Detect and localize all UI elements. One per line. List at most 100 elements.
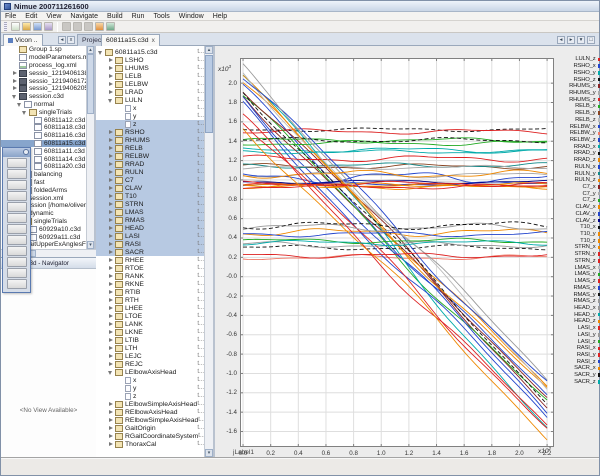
scroll-up-icon[interactable]: ▴: [205, 46, 213, 54]
tree-item-y[interactable]: yt...: [96, 112, 206, 120]
tree-item-rank[interactable]: RANKt...: [96, 272, 206, 280]
expand-icon[interactable]: [108, 226, 113, 231]
collapse-icon[interactable]: [108, 370, 113, 375]
tree-item-x[interactable]: xt...: [96, 104, 206, 112]
tree-item-relbowsimpleaxishead[interactable]: RElbowSimpleAxisHeadt...: [96, 416, 206, 424]
cut-icon[interactable]: [62, 22, 71, 31]
tree-item-z[interactable]: zt...: [96, 120, 206, 128]
tab-list-dropdown-button[interactable]: ▾: [577, 36, 585, 44]
palette-tool-button-3[interactable]: [7, 180, 27, 190]
expand-icon[interactable]: [108, 418, 113, 423]
expand-icon[interactable]: [108, 402, 113, 407]
tree-item-rth[interactable]: RTHt...: [96, 296, 206, 304]
scrollbar-thumb[interactable]: [205, 55, 213, 133]
tree-item-modelparameters-mp[interactable]: modelParameters.mp: [1, 54, 88, 62]
palette-title-bar[interactable]: [3, 148, 30, 157]
expand-icon[interactable]: [108, 194, 113, 199]
expand-icon[interactable]: [108, 218, 113, 223]
expand-icon[interactable]: [108, 154, 113, 159]
tree-item-strn[interactable]: STRNt...: [96, 200, 206, 208]
tree-item-lelbw[interactable]: LELBWt...: [96, 80, 206, 88]
menu-file[interactable]: File: [5, 12, 16, 21]
tree-item-rasi[interactable]: RASIt...: [96, 240, 206, 248]
expand-icon[interactable]: [108, 74, 113, 79]
expand-icon[interactable]: [108, 314, 113, 319]
menu-build[interactable]: Build: [107, 12, 123, 21]
expand-icon[interactable]: [108, 242, 113, 247]
expand-icon[interactable]: [108, 130, 113, 135]
tree-item-rejc[interactable]: REJCt...: [96, 360, 206, 368]
expand-icon[interactable]: [108, 138, 113, 143]
expand-icon[interactable]: [108, 410, 113, 415]
floating-tool-palette[interactable]: [2, 147, 31, 293]
expand-icon[interactable]: [108, 90, 113, 95]
expand-icon[interactable]: [108, 274, 113, 279]
tree-item-rhums[interactable]: RHUMSt...: [96, 136, 206, 144]
expand-icon[interactable]: [108, 298, 113, 303]
tree-item-ruln[interactable]: RULNt...: [96, 168, 206, 176]
expand-icon[interactable]: [108, 338, 113, 343]
tree-item-t10[interactable]: T10t...: [96, 192, 206, 200]
tree-item-rrad[interactable]: RRADt...: [96, 160, 206, 168]
tree-item-lmas[interactable]: LMASt...: [96, 208, 206, 216]
palette-tool-button-11[interactable]: [7, 268, 27, 278]
tree-item-60811a16-c3d[interactable]: 60811a16.c3d: [1, 132, 88, 140]
expand-icon[interactable]: [12, 71, 17, 76]
expand-icon[interactable]: [108, 66, 113, 71]
scroll-tabs-left-button[interactable]: ◂: [557, 36, 565, 44]
palette-tool-button-12[interactable]: [7, 279, 27, 289]
tree-item-ltib[interactable]: LTIBt...: [96, 336, 206, 344]
title-bar[interactable]: Nimue 200711261600: [1, 1, 599, 12]
palette-tool-button-5[interactable]: [7, 202, 27, 212]
expand-icon[interactable]: [108, 146, 113, 151]
scroll-up-icon[interactable]: ▴: [87, 46, 94, 54]
tree-item-singletrials[interactable]: singleTrials: [1, 108, 88, 116]
tree-item-normal[interactable]: normal: [1, 101, 88, 109]
tree-item-relbowaxishead[interactable]: RElbowAxisHeadt...: [96, 408, 206, 416]
copy-icon[interactable]: [73, 22, 82, 31]
tree-item-rhee[interactable]: RHEEt...: [96, 256, 206, 264]
palette-tool-button-9[interactable]: [7, 246, 27, 256]
menu-window[interactable]: Window: [179, 12, 204, 21]
expand-icon[interactable]: [108, 178, 113, 183]
tree-item-rgaitcoordinatesystem[interactable]: RGaitCoordinateSystemt...: [96, 432, 206, 440]
scroll-down-icon[interactable]: ▾: [205, 449, 213, 457]
expand-icon[interactable]: [12, 79, 17, 84]
new-file-icon[interactable]: [11, 22, 20, 31]
menu-edit[interactable]: Edit: [25, 12, 37, 21]
collapse-icon[interactable]: [108, 98, 113, 103]
expand-icon[interactable]: [108, 162, 113, 167]
tree-item-y[interactable]: yt...: [96, 384, 206, 392]
tree-item-x[interactable]: xt...: [96, 376, 206, 384]
undo-icon[interactable]: [95, 22, 104, 31]
tree-item-head[interactable]: HEADt...: [96, 224, 206, 232]
tree-item-lhums[interactable]: LHUMSt...: [96, 64, 206, 72]
tree-item-rmas[interactable]: RMASt...: [96, 216, 206, 224]
menu-navigate[interactable]: Navigate: [70, 12, 98, 21]
save-all-icon[interactable]: [33, 22, 42, 31]
expand-icon[interactable]: [108, 434, 113, 439]
scroll-down-icon[interactable]: ▾: [87, 241, 94, 249]
tree-item-z[interactable]: zt...: [96, 392, 206, 400]
expand-icon[interactable]: [108, 250, 113, 255]
tree-item-sessio-121940620538[interactable]: sessio_121940620538: [1, 85, 88, 93]
tree-item-ltoe[interactable]: LTOEt...: [96, 312, 206, 320]
tree-item-rtoe[interactable]: RTOEt...: [96, 264, 206, 272]
redo-icon[interactable]: [106, 22, 115, 31]
menu-tools[interactable]: Tools: [153, 12, 169, 21]
expand-icon[interactable]: [108, 258, 113, 263]
palette-tool-button-4[interactable]: [7, 191, 27, 201]
collapse-icon[interactable]: [98, 50, 103, 55]
expand-icon[interactable]: [108, 346, 113, 351]
expand-icon[interactable]: [108, 202, 113, 207]
tree-item-relb[interactable]: RELBt...: [96, 144, 206, 152]
menu-run[interactable]: Run: [132, 12, 145, 21]
toolbar-handle[interactable]: [4, 22, 7, 31]
expand-icon[interactable]: [108, 306, 113, 311]
dock-panel-button[interactable]: ◂: [58, 36, 66, 44]
scroll-tabs-right-button[interactable]: ▸: [567, 36, 575, 44]
tree-item-60811a12-c3d[interactable]: 60811a12.c3d: [1, 116, 88, 124]
tree-item-60811a15-c3d[interactable]: 60811a15.c3dt...: [96, 48, 206, 56]
chart-plot[interactable]: [240, 58, 554, 447]
tree-item-process-log-xml[interactable]: process_log.xml: [1, 62, 88, 70]
